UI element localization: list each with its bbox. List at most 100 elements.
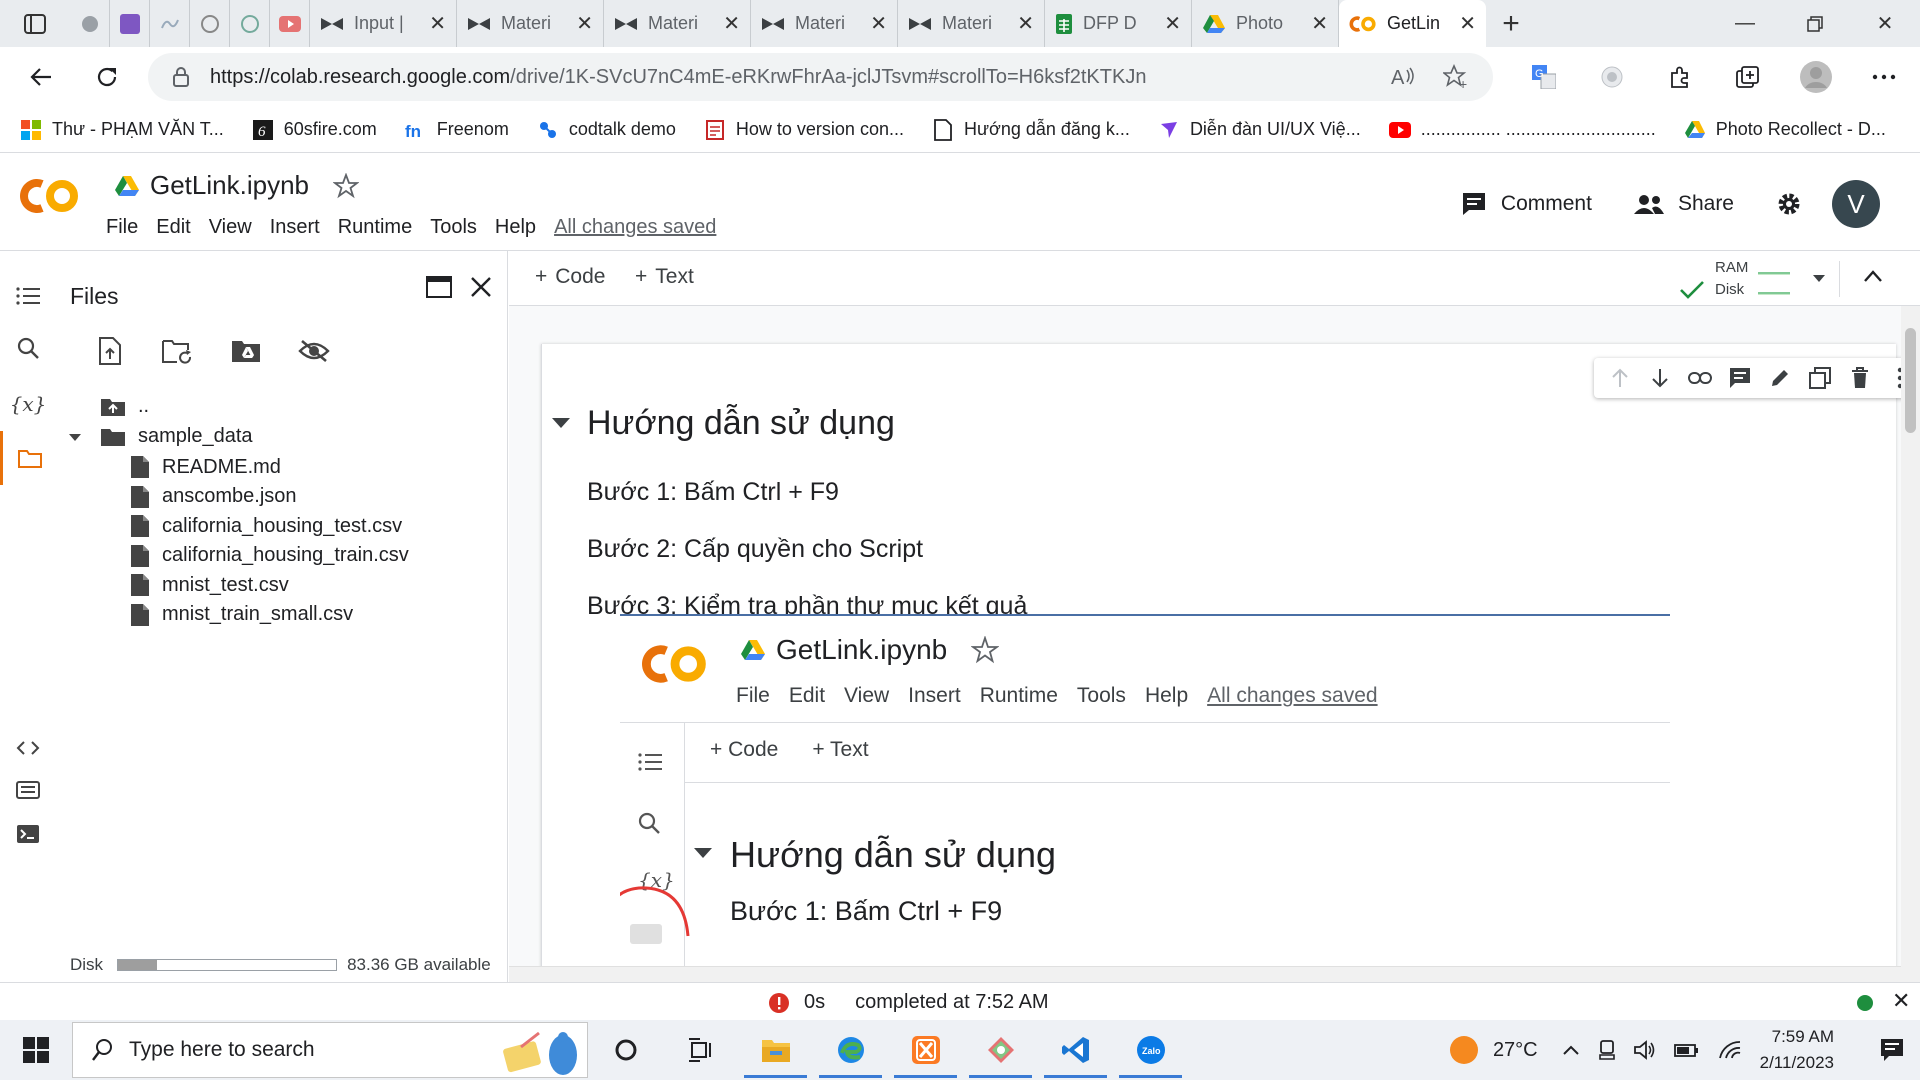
file-item[interactable]: mnist_test.csv: [130, 573, 289, 597]
browser-tab[interactable]: Materi ✕: [457, 0, 604, 47]
menu-runtime[interactable]: Runtime: [338, 216, 412, 239]
file-item[interactable]: california_housing_test.csv: [130, 514, 402, 538]
notifications-button[interactable]: [1864, 1038, 1920, 1062]
find-replace-button[interactable]: [0, 321, 56, 375]
delete-cell-button[interactable]: [1840, 358, 1880, 398]
tab-close-icon[interactable]: ✕: [1459, 11, 1476, 36]
move-cell-up-button[interactable]: [1600, 358, 1640, 398]
tab-close-icon[interactable]: ✕: [1311, 11, 1328, 36]
bookmark-item[interactable]: fn Freenom: [405, 119, 509, 141]
horizontal-scrollbar[interactable]: [509, 966, 1901, 982]
collapse-section-icon[interactable]: [552, 418, 570, 428]
refresh-folder-button[interactable]: [158, 331, 198, 371]
pinned-tab-3[interactable]: [150, 0, 190, 47]
bookmark-item[interactable]: ................ .......................…: [1388, 119, 1656, 141]
add-comment-button[interactable]: [1720, 358, 1760, 398]
zalo-app[interactable]: Zalo: [1113, 1020, 1188, 1080]
new-tab-button[interactable]: +: [1486, 0, 1536, 47]
file-item[interactable]: mnist_train_small.csv: [130, 603, 353, 627]
bookmark-item[interactable]: Hướng dẫn đăng k...: [932, 118, 1130, 141]
browser-tab[interactable]: DFP D ✕: [1045, 0, 1192, 47]
expand-caret-icon[interactable]: [68, 432, 82, 442]
vertical-scrollbar[interactable]: [1901, 306, 1920, 982]
account-avatar[interactable]: V: [1832, 180, 1880, 228]
save-status-link[interactable]: All changes saved: [554, 216, 716, 239]
tab-actions-button[interactable]: [0, 0, 70, 47]
browser-tab-active[interactable]: GetLin ✕: [1339, 0, 1486, 47]
battery-icon[interactable]: [1673, 1041, 1700, 1059]
pinned-tab-6[interactable]: [270, 0, 310, 47]
back-button[interactable]: [8, 47, 74, 107]
minimize-button[interactable]: —: [1710, 0, 1780, 47]
browser-tab[interactable]: Materi ✕: [898, 0, 1045, 47]
close-window-button[interactable]: ✕: [1850, 0, 1920, 47]
git-app[interactable]: [963, 1020, 1038, 1080]
task-view-button[interactable]: [663, 1020, 738, 1080]
resource-indicator[interactable]: RAM Disk: [1679, 257, 1826, 301]
xampp-app[interactable]: [888, 1020, 963, 1080]
taskbar-search-box[interactable]: Type here to search: [72, 1022, 588, 1078]
text-cell[interactable]: Hướng dẫn sử dụng Bước 1: Bấm Ctrl + F9 …: [541, 344, 1901, 966]
weather-widget[interactable]: 27°C: [1449, 1035, 1538, 1065]
menu-tools[interactable]: Tools: [430, 216, 477, 239]
upload-file-button[interactable]: [90, 331, 130, 371]
bookmark-item[interactable]: 6 60sfire.com: [252, 119, 377, 141]
menu-edit[interactable]: Edit: [156, 216, 190, 239]
tab-close-icon[interactable]: ✕: [576, 11, 593, 36]
menu-help[interactable]: Help: [495, 216, 536, 239]
parent-folder-item[interactable]: ..: [100, 395, 149, 418]
collections-button[interactable]: [1714, 47, 1782, 107]
bookmark-item[interactable]: Diễn đàn UI/UX Việ...: [1158, 119, 1361, 141]
file-explorer-app[interactable]: [738, 1020, 813, 1080]
comment-button[interactable]: Comment: [1461, 191, 1592, 217]
browser-menu-button[interactable]: [1850, 47, 1918, 107]
browser-tab[interactable]: Materi ✕: [751, 0, 898, 47]
url-field[interactable]: https://colab.research.google.com/drive/…: [148, 53, 1493, 101]
files-button[interactable]: [0, 431, 56, 485]
pinned-tab-2[interactable]: [110, 0, 150, 47]
notebook-title-text[interactable]: GetLink.ipynb: [150, 170, 309, 201]
terminal-button[interactable]: [0, 807, 56, 861]
toggle-hidden-files-button[interactable]: [294, 331, 334, 371]
close-panel-icon[interactable]: [469, 275, 493, 299]
edit-cell-button[interactable]: [1760, 358, 1800, 398]
notebook-title[interactable]: GetLink.ipynb: [114, 170, 359, 201]
mount-drive-button[interactable]: [226, 331, 266, 371]
start-button[interactable]: [0, 1020, 72, 1080]
menu-view[interactable]: View: [209, 216, 252, 239]
move-cell-down-button[interactable]: [1640, 358, 1680, 398]
bookmark-item[interactable]: How to version con...: [704, 119, 904, 141]
bookmark-item[interactable]: codtalk demo: [537, 119, 676, 141]
volume-icon[interactable]: [1633, 1040, 1656, 1060]
file-item[interactable]: california_housing_train.csv: [130, 544, 409, 568]
bookmark-item[interactable]: Thư - PHẠM VĂN T...: [20, 119, 224, 141]
menu-file[interactable]: File: [106, 216, 138, 239]
execution-status[interactable]: 0s completed at 7:52 AM: [768, 991, 1049, 1014]
tab-close-icon[interactable]: ✕: [1017, 11, 1034, 36]
add-code-button[interactable]: + Code: [535, 265, 605, 289]
favorite-star-icon[interactable]: +: [1443, 64, 1469, 90]
vscode-app[interactable]: [1038, 1020, 1113, 1080]
read-aloud-icon[interactable]: A: [1391, 66, 1417, 88]
chevron-up-icon[interactable]: [1562, 1044, 1580, 1056]
reload-button[interactable]: [74, 47, 140, 107]
folder-sample-data[interactable]: sample_data: [68, 425, 253, 448]
more-cell-actions-button[interactable]: [1880, 358, 1901, 398]
bookmark-item[interactable]: Photo Recollect - D...: [1684, 119, 1886, 141]
copy-link-button[interactable]: [1680, 358, 1720, 398]
dropdown-arrow-icon[interactable]: [1812, 274, 1826, 284]
profile-button[interactable]: [1782, 47, 1850, 107]
browser-tab[interactable]: Input | ✕: [310, 0, 457, 47]
tab-close-icon[interactable]: ✕: [1164, 11, 1181, 36]
extension-2[interactable]: [1578, 47, 1646, 107]
colab-logo-icon[interactable]: [20, 176, 80, 216]
pinned-tab-1[interactable]: [70, 0, 110, 47]
collapse-header-button[interactable]: [1863, 269, 1883, 283]
extensions-button[interactable]: [1646, 47, 1714, 107]
file-item[interactable]: README.md: [130, 455, 281, 479]
table-of-contents-button[interactable]: [0, 269, 56, 323]
share-button[interactable]: Share: [1633, 192, 1734, 216]
taskbar-clock[interactable]: 7:59 AM 2/11/2023: [1760, 1024, 1834, 1076]
settings-button[interactable]: [1776, 191, 1802, 217]
meet-now-icon[interactable]: [1598, 1039, 1616, 1061]
